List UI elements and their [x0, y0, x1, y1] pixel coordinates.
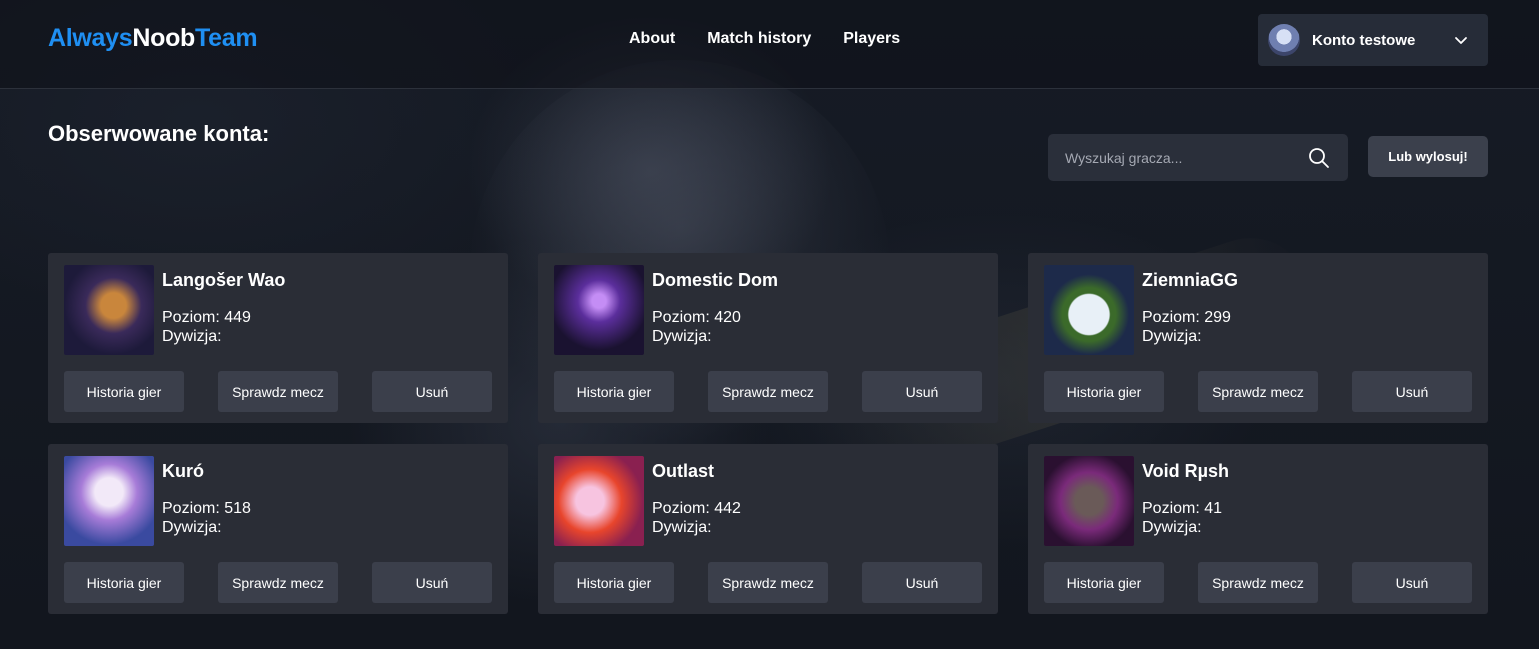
account-avatar — [1268, 24, 1300, 56]
player-level: 299 — [1204, 309, 1231, 326]
account-dropdown[interactable]: Konto testowe — [1258, 14, 1488, 66]
nav-players[interactable]: Players — [843, 30, 900, 48]
division-label: Dywizja: — [652, 328, 712, 345]
player-avatar — [64, 456, 154, 546]
player-avatar — [1044, 265, 1134, 355]
level-label: Poziom: — [1142, 309, 1200, 326]
player-avatar — [1044, 456, 1134, 546]
player-meta: Poziom: 518 Dywizja: — [162, 499, 251, 537]
player-card: Outlast Poziom: 442 Dywizja: Historia gi… — [538, 444, 998, 614]
player-division-row: Dywizja: — [162, 327, 251, 346]
player-level: 41 — [1204, 500, 1223, 517]
remove-button[interactable]: Usuń — [1352, 562, 1472, 603]
player-division-row: Dywizja: — [162, 518, 251, 537]
player-level: 518 — [224, 500, 251, 517]
player-level-row: Poziom: 420 — [652, 308, 741, 327]
player-name: Domestic Dom — [652, 270, 779, 290]
search-icon[interactable] — [1307, 146, 1331, 170]
player-card: Domestic Dom Poziom: 420 Dywizja: Histor… — [538, 253, 998, 423]
division-label: Dywizja: — [162, 328, 222, 345]
main-nav: About Match history Players — [629, 30, 900, 48]
remove-button[interactable]: Usuń — [862, 562, 982, 603]
player-level-row: Poziom: 449 — [162, 308, 251, 327]
division-label: Dywizja: — [1142, 328, 1202, 345]
check-match-button[interactable]: Sprawdz mecz — [1198, 562, 1318, 603]
check-match-button[interactable]: Sprawdz mecz — [708, 371, 828, 412]
player-grid: Langošer Wao Poziom: 449 Dywizja: Histor… — [48, 253, 1488, 614]
history-button[interactable]: Historia gier — [1044, 371, 1164, 412]
page-title: Obserwowane konta: — [48, 121, 270, 146]
level-label: Poziom: — [162, 500, 220, 517]
level-label: Poziom: — [1142, 500, 1200, 517]
player-division-row: Dywizja: — [652, 518, 741, 537]
player-level: 449 — [224, 309, 251, 326]
player-name: Void Rµsh — [1142, 461, 1230, 481]
remove-button[interactable]: Usuń — [862, 371, 982, 412]
player-division-row: Dywizja: — [1142, 327, 1231, 346]
top-navbar: AlwaysNoobTeam About Match history Playe… — [0, 0, 1539, 89]
level-label: Poziom: — [652, 309, 710, 326]
player-name: Kuró — [162, 461, 204, 481]
brand-logo[interactable]: AlwaysNoobTeam — [48, 24, 258, 53]
player-level-row: Poziom: 442 — [652, 499, 741, 518]
history-button[interactable]: Historia gier — [554, 371, 674, 412]
check-match-button[interactable]: Sprawdz mecz — [1198, 371, 1318, 412]
division-label: Dywizja: — [652, 519, 712, 536]
brand-part-2: Noob — [132, 24, 196, 52]
player-meta: Poziom: 449 Dywizja: — [162, 308, 251, 346]
player-avatar — [554, 265, 644, 355]
player-level: 442 — [714, 500, 741, 517]
account-name: Konto testowe — [1312, 31, 1416, 49]
search-input[interactable] — [1048, 134, 1307, 181]
check-match-button[interactable]: Sprawdz mecz — [708, 562, 828, 603]
player-meta: Poziom: 442 Dywizja: — [652, 499, 741, 537]
random-player-button[interactable]: Lub wylosuj! — [1368, 136, 1488, 177]
player-level-row: Poziom: 41 — [1142, 499, 1222, 518]
player-meta: Poziom: 41 Dywizja: — [1142, 499, 1222, 537]
chevron-down-icon — [1446, 25, 1476, 55]
player-name: Outlast — [652, 461, 715, 481]
history-button[interactable]: Historia gier — [64, 371, 184, 412]
player-level-row: Poziom: 299 — [1142, 308, 1231, 327]
remove-button[interactable]: Usuń — [372, 562, 492, 603]
player-division-row: Dywizja: — [652, 327, 741, 346]
level-label: Poziom: — [652, 500, 710, 517]
player-card: Langošer Wao Poziom: 449 Dywizja: Histor… — [48, 253, 508, 423]
nav-match-history[interactable]: Match history — [707, 30, 811, 48]
remove-button[interactable]: Usuń — [1352, 371, 1472, 412]
division-label: Dywizja: — [162, 519, 222, 536]
player-card: Kuró Poziom: 518 Dywizja: Historia gier … — [48, 444, 508, 614]
player-card: ZiemniaGG Poziom: 299 Dywizja: Historia … — [1028, 253, 1488, 423]
player-level: 420 — [714, 309, 741, 326]
player-avatar — [554, 456, 644, 546]
player-avatar — [64, 265, 154, 355]
check-match-button[interactable]: Sprawdz mecz — [218, 371, 338, 412]
search-box — [1048, 134, 1348, 181]
player-meta: Poziom: 420 Dywizja: — [652, 308, 741, 346]
level-label: Poziom: — [162, 309, 220, 326]
check-match-button[interactable]: Sprawdz mecz — [218, 562, 338, 603]
brand-part-1: Always — [48, 24, 133, 52]
history-button[interactable]: Historia gier — [554, 562, 674, 603]
player-level-row: Poziom: 518 — [162, 499, 251, 518]
player-name: ZiemniaGG — [1142, 270, 1239, 290]
player-division-row: Dywizja: — [1142, 518, 1222, 537]
history-button[interactable]: Historia gier — [1044, 562, 1164, 603]
player-card: Void Rµsh Poziom: 41 Dywizja: Historia g… — [1028, 444, 1488, 614]
history-button[interactable]: Historia gier — [64, 562, 184, 603]
division-label: Dywizja: — [1142, 519, 1202, 536]
player-meta: Poziom: 299 Dywizja: — [1142, 308, 1231, 346]
remove-button[interactable]: Usuń — [372, 371, 492, 412]
player-name: Langošer Wao — [162, 270, 286, 290]
brand-part-3: Team — [195, 24, 258, 52]
nav-about[interactable]: About — [629, 30, 675, 48]
